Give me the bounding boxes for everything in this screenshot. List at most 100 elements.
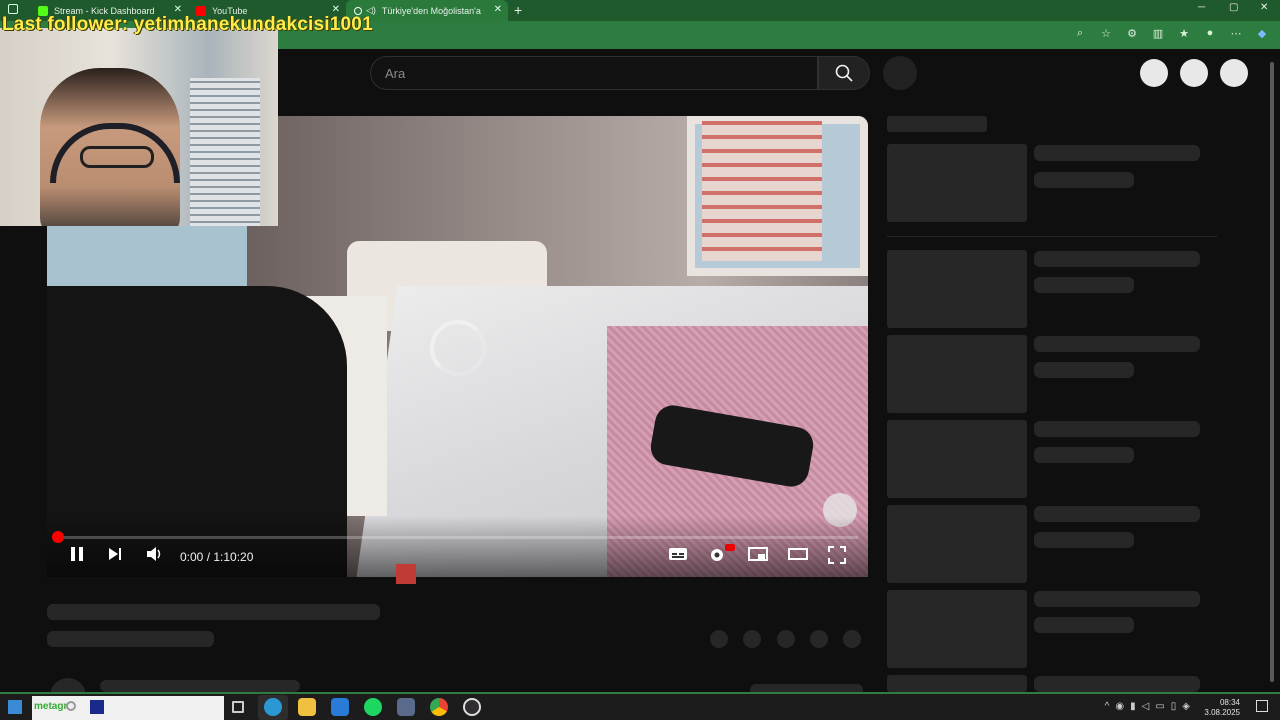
new-tab-button[interactable]: + [514,2,522,18]
title-line-placeholder [1034,145,1200,161]
app-tray-icon[interactable]: ◉ [1115,701,1124,712]
clock-date: 3.08.2025 [1204,708,1240,717]
active-app-indicator [258,695,288,720]
title-line-placeholder [1034,421,1200,437]
thumbnail-placeholder [887,335,1027,413]
system-tray: ^ ◉ ▮ ◁ ▭ ▯ ◈ [1105,701,1190,712]
chevron-up-icon[interactable]: ^ [1105,701,1110,712]
copilot-icon[interactable]: ◆ [1254,27,1270,40]
search-icon [835,64,853,82]
subtitles-icon [669,548,687,560]
close-window-button[interactable]: ✕ [1260,2,1268,13]
battery-icon[interactable]: ▯ [1171,701,1177,712]
action-placeholder [810,630,828,648]
next-button[interactable] [107,546,123,567]
split-screen-icon[interactable]: ▥ [1150,27,1166,40]
sidebar-header-placeholder [887,116,987,132]
maximize-button[interactable]: ▢ [1229,2,1238,13]
voice-search-button[interactable] [883,56,917,90]
thumbnail-placeholder [887,250,1027,328]
title-placeholder [47,604,380,620]
subtitles-button[interactable] [668,546,688,567]
theater-mode-button[interactable] [788,546,808,567]
spotify-icon[interactable] [364,698,382,716]
update-icon[interactable]: ◈ [1182,701,1190,712]
meta-line-placeholder [1034,362,1134,378]
action-placeholder [777,630,795,648]
volume-icon[interactable]: ◁ [1142,701,1150,712]
window-menu-icon[interactable] [8,4,18,14]
channel-placeholder [47,631,214,647]
network-icon[interactable]: ▭ [1155,701,1164,712]
controls-gradient [47,516,868,577]
meta-line-placeholder [1034,447,1134,463]
profile-icon[interactable]: ● [1202,27,1218,40]
extensions-icon[interactable]: ⚙ [1124,27,1140,40]
microphone-icon[interactable]: ▮ [1130,701,1136,712]
volume-button[interactable] [146,546,164,567]
search-input[interactable]: Ara [370,56,818,90]
notification-icon[interactable] [1256,700,1268,712]
theater-icon [788,548,808,560]
meta-line-placeholder [1034,277,1134,293]
avatar[interactable] [1220,59,1248,87]
scrubber-handle[interactable] [52,531,64,543]
taskbar-search-text: metagr [34,701,68,712]
clock[interactable]: 08:34 3.08.2025 [1204,698,1240,718]
start-icon[interactable] [8,700,22,714]
title-line-placeholder [1034,251,1200,267]
progress-bar[interactable] [57,536,858,539]
more-icon[interactable]: ⋯ [1228,27,1244,40]
thumbnail-placeholder [887,675,1027,692]
meta-line-placeholder [1034,617,1134,633]
toolbar-icons: ⌕ ☆ ⚙ ▥ ★ ● ⋯ ◆ [1072,27,1270,40]
thumbnail-placeholder [887,590,1027,668]
obs-icon[interactable] [463,698,481,716]
calculator-icon[interactable] [397,698,415,716]
webcam-overlay [0,28,278,226]
last-follower-overlay: Last follower: yetimhanekundakcisi1001 [2,14,373,35]
miniplayer-button[interactable] [748,546,768,567]
task-view-icon[interactable] [232,701,244,713]
action-placeholder [843,630,861,648]
thumbnail-placeholder [887,420,1027,498]
meta-line-placeholder [1034,172,1134,188]
gear-icon [711,549,723,561]
chrome-icon[interactable] [430,698,448,716]
page-scrollbar[interactable] [1270,62,1274,682]
time-display: 0:00 / 1:10:20 [180,550,254,564]
create-button[interactable] [1140,59,1168,87]
pause-icon [71,547,83,561]
settings-button[interactable] [708,546,726,569]
next-icon [109,548,121,560]
copilot-badge-icon [90,700,104,714]
thumbnail-placeholder [887,144,1027,222]
file-explorer-icon[interactable] [298,698,316,716]
glasses [80,146,154,168]
pause-button[interactable] [69,546,85,567]
taskbar-search-input[interactable]: metagr [32,696,224,720]
favorites-bar-icon[interactable]: ★ [1176,27,1192,40]
fullscreen-button[interactable] [828,546,846,569]
notifications-button[interactable] [1180,59,1208,87]
action-placeholder [743,630,761,648]
comment-placeholder [100,680,300,692]
webcam-window-blinds [190,78,260,226]
favorite-icon[interactable]: ☆ [1098,27,1114,40]
search-button[interactable] [818,56,870,90]
divider [887,236,1217,237]
title-line-placeholder [1034,336,1200,352]
zoom-icon[interactable]: ⌕ [1072,27,1088,40]
close-icon[interactable]: ✕ [494,4,502,15]
loading-spinner-icon [430,320,486,376]
minimize-button[interactable]: ─ [1198,2,1205,13]
volume-icon [147,547,161,561]
hd-badge [725,544,735,551]
clock-time: 08:34 [1219,698,1240,707]
search-placeholder: Ara [385,66,406,81]
store-icon[interactable] [331,698,349,716]
title-line-placeholder [1034,591,1200,607]
fullscreen-icon [828,546,846,564]
title-line-placeholder [1034,676,1200,692]
action-placeholder [710,630,728,648]
